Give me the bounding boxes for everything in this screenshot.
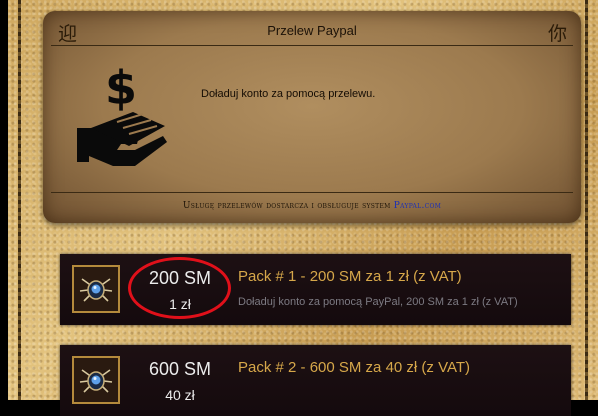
frame-border-left — [18, 0, 21, 400]
scarab-icon — [72, 356, 120, 404]
pack-title[interactable]: Pack # 1 - 200 SM za 1 zł (z VAT) — [238, 268, 462, 285]
pack-title[interactable]: Pack # 2 - 600 SM za 40 zł (z VAT) — [238, 359, 470, 376]
panel-description: Doładuj konto za pomocą przelewu. — [201, 88, 376, 100]
pack-description: Doładuj konto za pomocą PayPal, 200 SM z… — [238, 296, 518, 308]
frame-border-right — [585, 0, 588, 400]
svg-text:$: $ — [105, 66, 137, 115]
pack-amount: 600 SM — [148, 359, 212, 379]
panel-divider-top — [51, 45, 573, 46]
pack-card-1[interactable]: 200 SM 1 zł Pack # 1 - 200 SM za 1 zł (z… — [60, 254, 571, 325]
panel-title: Przelew Paypal — [267, 23, 357, 38]
paypal-link[interactable]: Paypal.com — [394, 201, 441, 211]
highlight-circle — [128, 257, 231, 319]
footer-text: Usługę przelewów dostarcza i obsługuje s… — [182, 201, 394, 211]
scarab-icon — [72, 265, 120, 313]
panel-footer: Usługę przelewów dostarcza i obsługuje s… — [43, 201, 581, 211]
paypal-panel: 迎 你 Przelew Paypal $ Doładuj konto za po… — [43, 11, 581, 223]
panel-divider-bottom — [51, 192, 573, 193]
money-hand-icon: $ — [73, 61, 173, 171]
pack-price: 40 zł — [165, 387, 195, 403]
pack-card-2[interactable]: 600 SM 40 zł Pack # 2 - 600 SM za 40 zł … — [60, 345, 571, 416]
